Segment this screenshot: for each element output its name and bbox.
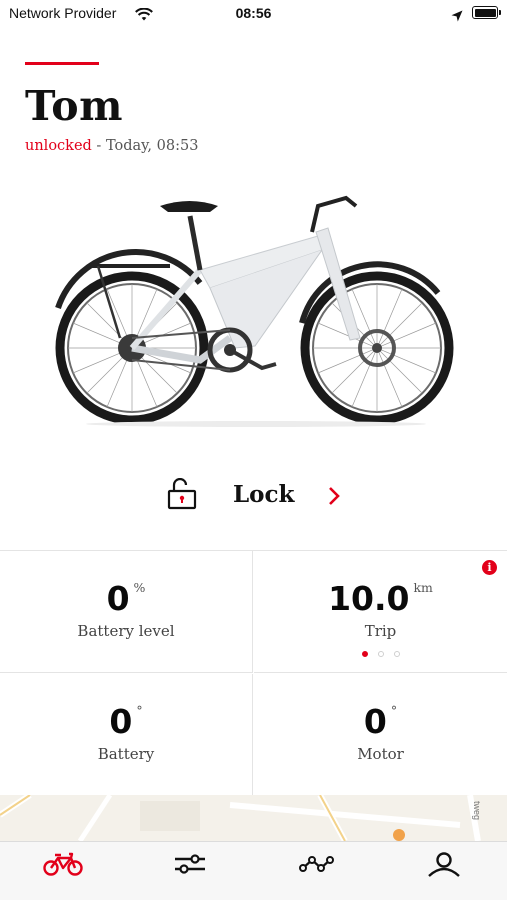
tab-rides[interactable] (254, 842, 380, 892)
header-accent-line (25, 62, 99, 65)
stat-battery-level: 0% Battery level (0, 551, 253, 673)
stat-label: Trip (364, 622, 397, 640)
clock: 08:56 (235, 5, 272, 21)
page-indicator[interactable] (254, 651, 507, 657)
lock-state: unlocked (25, 138, 92, 154)
stat-unit: ° (136, 703, 143, 718)
sliders-icon (175, 854, 205, 874)
stat-label: Battery level (77, 622, 175, 640)
padlock-open-icon (167, 477, 197, 514)
profile-icon (428, 852, 460, 877)
stat-value: 10.0 (328, 579, 410, 618)
map-roads (0, 795, 481, 841)
stat-value: 0 (106, 579, 130, 618)
page-dot[interactable] (393, 651, 400, 657)
page-dot[interactable] (361, 651, 368, 657)
bike-name: Tom (25, 82, 124, 130)
stat-unit: % (133, 580, 146, 595)
lock-state-time: - Today, 08:53 (91, 138, 199, 154)
stat-value: 0 (109, 702, 133, 741)
tab-settings[interactable] (127, 842, 253, 892)
lock-label: Lock (233, 481, 295, 508)
battery-icon (472, 6, 501, 19)
status-bar: Network Provider 08:56 (0, 0, 507, 28)
page-dot[interactable] (377, 651, 384, 657)
chevron-right-icon (327, 486, 341, 510)
bike-icon (43, 852, 83, 876)
info-icon[interactable]: i (482, 560, 497, 575)
stat-motor-temperature: 0 ° Motor (254, 674, 507, 796)
lock-state-line: unlocked - Today, 08:53 (25, 138, 198, 154)
map-preview[interactable]: tweg (0, 795, 507, 841)
bike-image (55, 195, 454, 427)
lock-button[interactable]: Lock (0, 470, 507, 524)
stat-value: 0 (363, 702, 387, 741)
tab-bar (0, 841, 507, 900)
tab-profile[interactable] (381, 842, 507, 892)
front-wheel (300, 271, 454, 425)
route-icon (299, 856, 334, 872)
location-arrow-icon (451, 7, 463, 26)
stat-battery-temperature: 0 ° Battery (0, 674, 253, 796)
map-road-label: tweg (472, 801, 482, 821)
stat-label: Battery (97, 745, 155, 763)
stat-trip[interactable]: i 10.0 km Trip (254, 551, 507, 673)
tab-bike[interactable] (0, 842, 126, 892)
stats-grid: 0% Battery level i 10.0 km Trip 0 ° Batter… (0, 550, 507, 796)
stat-unit: km (413, 580, 433, 595)
stat-label: Motor (357, 745, 404, 763)
stat-unit: ° (390, 703, 398, 718)
